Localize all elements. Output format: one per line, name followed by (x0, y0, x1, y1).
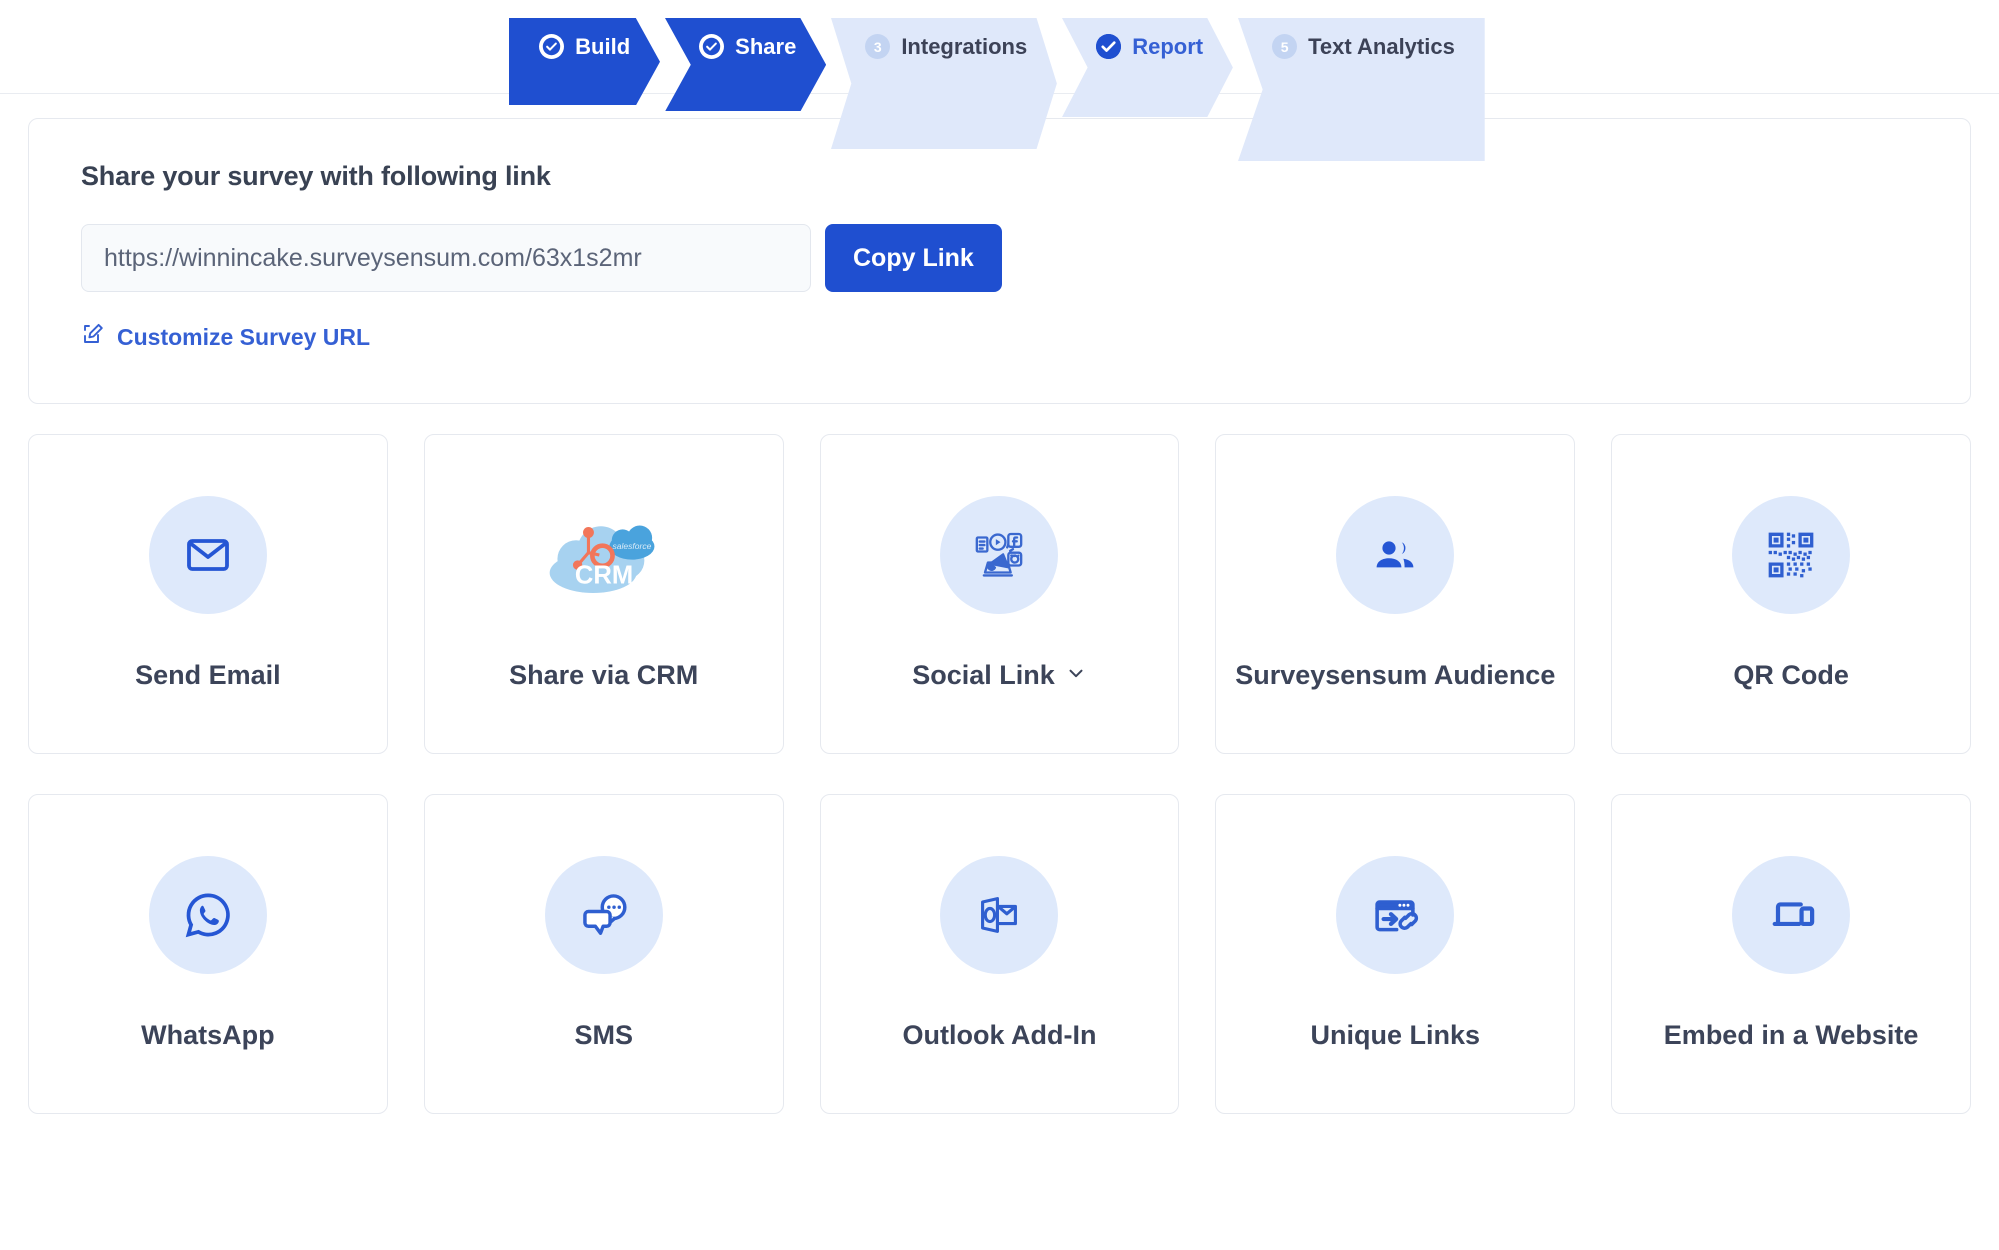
check-icon (699, 34, 725, 59)
channel-card-outlook-add-in[interactable]: Outlook Add-In (819, 794, 1180, 1114)
step-shape (665, 17, 827, 111)
channel-card-share-via-crm[interactable]: salesforce CRM Share via CRM (423, 434, 784, 754)
outlook-icon (940, 855, 1059, 974)
step-label: Build (575, 33, 631, 59)
devices-icon (1732, 855, 1851, 974)
step-report[interactable]: Report (1062, 17, 1234, 117)
crm-cloud-icon: salesforce CRM (545, 496, 663, 614)
chat-bubbles-icon (544, 855, 663, 974)
channel-label: Send Email (135, 659, 281, 690)
step-number-badge: 5 (1272, 34, 1298, 59)
channel-card-sms[interactable]: SMS (423, 794, 784, 1114)
step-label: Text Analytics (1308, 33, 1455, 59)
step-label: Share (735, 33, 797, 59)
qr-code-icon (1732, 495, 1851, 614)
step-label: Report (1132, 33, 1204, 59)
channel-label: Surveysensum Audience (1235, 659, 1556, 690)
channel-label: QR Code (1733, 659, 1849, 690)
channel-label: Share via CRM (509, 659, 699, 690)
share-link-heading: Share your survey with following link (81, 161, 551, 191)
channel-card-embed-in-a-website[interactable]: Embed in a Website (1611, 794, 1971, 1114)
check-icon (1096, 34, 1122, 59)
channel-card-unique-links[interactable]: Unique Links (1215, 794, 1576, 1114)
channel-card-send-email[interactable]: Send Email (28, 434, 388, 754)
svg-text:salesforce: salesforce (612, 541, 651, 551)
survey-url-input[interactable] (81, 224, 811, 292)
channel-label: Unique Links (1310, 1019, 1481, 1050)
channel-card-surveysensum-audience[interactable]: Surveysensum Audience (1215, 434, 1576, 754)
copy-link-button[interactable]: Copy Link (825, 224, 1002, 292)
customize-survey-url-link[interactable]: Customize Survey URL (81, 322, 370, 352)
step-integrations[interactable]: 3 Integrations (831, 17, 1058, 149)
channel-card-qr-code[interactable]: QR Code (1611, 434, 1971, 754)
survey-progress-stepper: Build Share 3 Integrations Report 5 Text… (509, 17, 1490, 161)
stepper-bar: Build Share 3 Integrations Report 5 Text… (0, 0, 1999, 161)
channel-card-social-link[interactable]: Social Link (819, 434, 1180, 754)
envelope-icon (148, 495, 267, 614)
people-group-icon (1336, 495, 1455, 614)
share-link-card: Share your survey with following link Co… (28, 118, 1971, 404)
step-number-badge: 3 (865, 34, 891, 59)
whatsapp-icon (148, 855, 267, 974)
channel-label-with-chevron: Social Link (912, 658, 1087, 693)
edit-square-icon (81, 322, 105, 352)
crm-cloud-label: CRM (575, 561, 633, 589)
browser-link-icon (1336, 855, 1455, 974)
channel-card-whatsapp[interactable]: WhatsApp (28, 794, 388, 1114)
chevron-down-icon[interactable] (1065, 658, 1087, 693)
channel-label: Social Link (912, 659, 1055, 690)
step-share[interactable]: Share (665, 17, 827, 111)
share-link-row: Copy Link (81, 224, 1970, 292)
channel-label: Embed in a Website (1663, 1019, 1919, 1050)
step-label: Integrations (901, 33, 1028, 59)
step-text-analytics[interactable]: 5 Text Analytics (1238, 17, 1485, 161)
step-shape (509, 17, 661, 106)
share-channels-grid: Send Email salesforce CRM Share via CRM … (28, 434, 1971, 1114)
customize-survey-url-label: Customize Survey URL (117, 323, 371, 350)
megaphone-social-icon (940, 495, 1059, 614)
channel-label: Outlook Add-In (902, 1019, 1097, 1050)
step-shape (1062, 17, 1234, 117)
channel-label: WhatsApp (141, 1019, 275, 1050)
check-icon (539, 34, 565, 59)
channel-label: SMS (574, 1019, 633, 1050)
step-build[interactable]: Build (509, 17, 661, 106)
